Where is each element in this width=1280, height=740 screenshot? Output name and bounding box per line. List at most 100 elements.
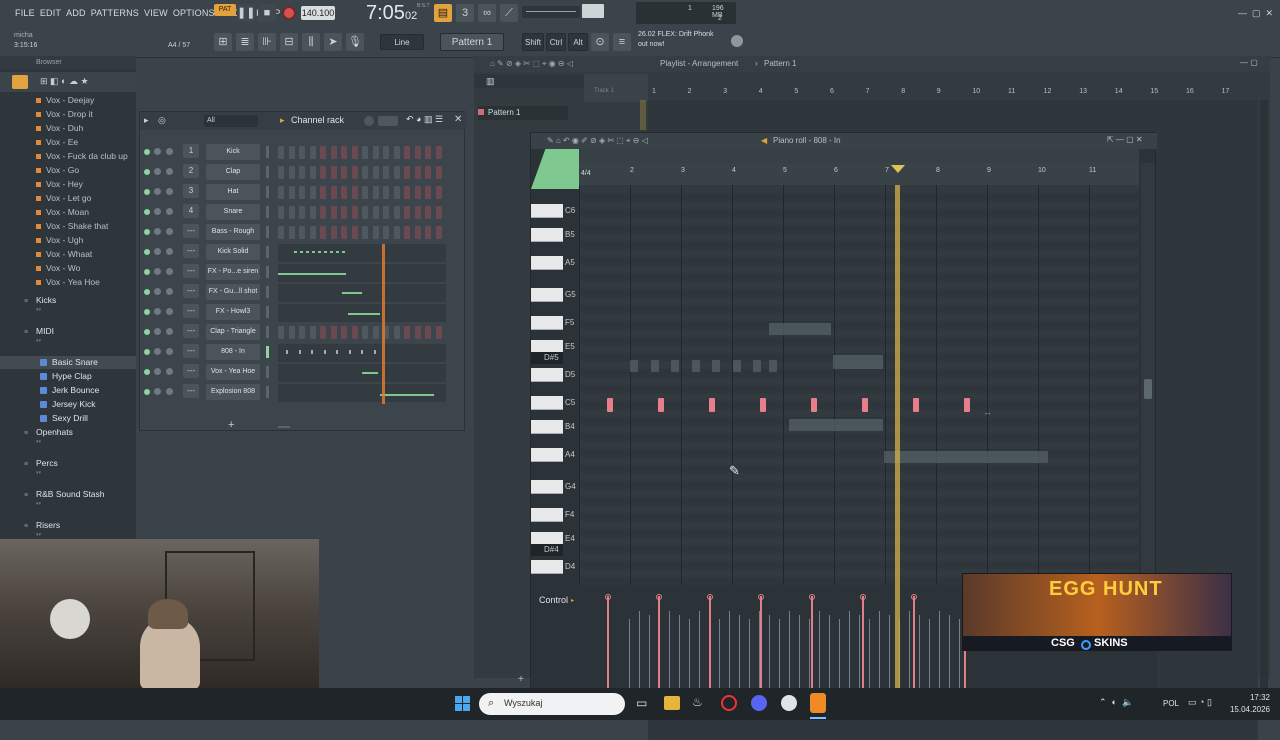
browser-file-item[interactable]: Vox - Let go	[0, 192, 136, 205]
playlist-bar-number[interactable]: 5	[794, 88, 798, 95]
browser-folder-item[interactable]: Basic Snare	[0, 356, 136, 369]
network-icons[interactable]: ▭ ◔ ▯	[1188, 697, 1212, 708]
step-button[interactable]	[425, 186, 431, 199]
rack-tool-icons[interactable]: ↶ ◕ ▥ ☰	[406, 114, 443, 125]
picker-icon[interactable]: ▥	[486, 76, 495, 87]
step-button[interactable]	[330, 206, 337, 219]
note-grid[interactable]: ↔	[579, 185, 1139, 585]
channel-name-button[interactable]: Clap	[206, 164, 260, 180]
sponsor-banner[interactable]: EGG HUNT CSG SKINS	[962, 573, 1232, 651]
channel-led-icon[interactable]	[144, 309, 150, 315]
volume-knob-icon[interactable]	[166, 388, 173, 395]
channel-number[interactable]: ---	[183, 264, 199, 278]
piano-key[interactable]	[531, 480, 563, 494]
velocity-bar[interactable]	[912, 596, 915, 691]
channel-number[interactable]: ---	[183, 384, 199, 398]
browser-folder-item[interactable]: ≡ MIDI	[0, 325, 136, 338]
piano-roll-menu-icon[interactable]: ◀	[761, 136, 767, 145]
volume-knob-icon[interactable]	[166, 148, 173, 155]
channel-number[interactable]: ---	[183, 284, 199, 298]
piano-key[interactable]	[531, 508, 563, 522]
channel-select-indicator[interactable]	[266, 186, 269, 198]
volume-knob-icon[interactable]	[166, 268, 173, 275]
channel-select-indicator[interactable]	[266, 286, 269, 298]
play-arrow-icon[interactable]: ▸	[144, 115, 149, 126]
volume-knob-icon[interactable]	[166, 208, 173, 215]
pan-knob-icon[interactable]	[154, 228, 161, 235]
discord-icon[interactable]	[751, 695, 767, 711]
channel-number[interactable]: ---	[183, 304, 199, 318]
piano-roll-bar-number[interactable]: 8	[936, 167, 940, 174]
step-button[interactable]	[341, 186, 347, 199]
browser-file-item[interactable]: Vox - Drop it	[0, 108, 136, 121]
piano-roll-bar-number[interactable]: 2	[630, 167, 634, 174]
channel-name-button[interactable]: Explosion 808	[206, 384, 260, 400]
clock-time[interactable]: 17:32	[1230, 693, 1270, 702]
step-button[interactable]	[299, 326, 305, 339]
step-button[interactable]	[393, 166, 400, 179]
velocity-bar[interactable]	[657, 596, 660, 691]
channel-select-indicator[interactable]	[266, 386, 269, 398]
channel-number[interactable]: 1	[183, 144, 199, 158]
step-button[interactable]	[299, 166, 305, 179]
step-button[interactable]	[414, 326, 421, 339]
step-button[interactable]	[330, 186, 337, 199]
step-button[interactable]	[278, 166, 284, 179]
step-button[interactable]	[435, 146, 442, 159]
channel-led-icon[interactable]	[144, 189, 150, 195]
step-button[interactable]	[393, 226, 400, 239]
channel-name-button[interactable]: 808 - In	[206, 344, 260, 360]
browser-folder-item[interactable]: ≡ Risers	[0, 519, 136, 532]
volume-knob-icon[interactable]	[166, 288, 173, 295]
step-button[interactable]	[320, 326, 326, 339]
playlist-bar-number[interactable]: 10	[972, 88, 980, 95]
velocity-handle-icon[interactable]	[910, 594, 917, 600]
step-button[interactable]	[372, 146, 379, 159]
piano-roll-timeline[interactable]: 4/4 2 3 4 5 6 7 8 9 10 11	[579, 163, 1139, 185]
piano-key[interactable]	[531, 204, 563, 218]
step-button[interactable]	[362, 326, 368, 339]
step-button[interactable]	[330, 326, 337, 339]
menu-view[interactable]: VIEW	[144, 8, 168, 18]
step-button[interactable]	[341, 166, 347, 179]
channel-name-button[interactable]: FX - Gu...ll shot	[206, 284, 260, 300]
news-line-2[interactable]: out now!	[638, 41, 664, 48]
channel-led-icon[interactable]	[144, 369, 150, 375]
browser-folder-item[interactable]: ≡ Openhats	[0, 426, 136, 439]
channel-led-icon[interactable]	[144, 349, 150, 355]
piano-key[interactable]	[531, 288, 563, 302]
step-button[interactable]	[404, 206, 410, 219]
pan-knob-icon[interactable]	[154, 248, 161, 255]
step-button[interactable]	[425, 146, 431, 159]
browser-file-item[interactable]: Vox - Yea Hoe	[0, 276, 136, 289]
step-button[interactable]	[309, 146, 316, 159]
pattern-preview[interactable]	[278, 384, 446, 402]
playlist-bar-number[interactable]: 15	[1150, 88, 1158, 95]
volume-knob-icon[interactable]	[166, 248, 173, 255]
shift-button[interactable]: Shift	[522, 33, 544, 51]
step-button[interactable]	[393, 326, 400, 339]
file-explorer-icon[interactable]	[664, 696, 680, 710]
step-button[interactable]	[299, 186, 305, 199]
playlist-bar-number[interactable]: 3	[723, 88, 727, 95]
step-button[interactable]	[330, 166, 337, 179]
volume-knob-icon[interactable]	[166, 348, 173, 355]
rack-menu-arrow-icon[interactable]: ▸	[280, 115, 285, 126]
browser-folder-item[interactable]: Jersey Kick	[0, 398, 136, 411]
playlist-bar-number[interactable]: 4	[759, 88, 763, 95]
step-button[interactable]	[288, 146, 295, 159]
pan-knob-icon[interactable]	[154, 328, 161, 335]
channel-number[interactable]: 4	[183, 204, 199, 218]
pause-icon[interactable]: ❚❚	[237, 4, 255, 22]
swing-knob-icon[interactable]: ◎	[158, 115, 166, 126]
task-view-icon[interactable]: ▭	[636, 696, 647, 710]
velocity-bar[interactable]	[861, 596, 864, 691]
piano-key[interactable]	[531, 396, 563, 410]
step-button[interactable]	[404, 146, 410, 159]
channel-led-icon[interactable]	[144, 329, 150, 335]
piano-keyboard[interactable]: C6 B5 A5 G5 F5 E5 D#5 D5 C5 B4 A4 G4 F4 E4 D#4 D4	[531, 185, 579, 585]
channel-row[interactable]: --- FX - Gu...ll shot	[140, 284, 466, 302]
channel-row[interactable]: --- FX - Howl3	[140, 304, 466, 322]
wait-input-icon[interactable]: ⟋	[500, 4, 518, 22]
channel-led-icon[interactable]	[144, 169, 150, 175]
